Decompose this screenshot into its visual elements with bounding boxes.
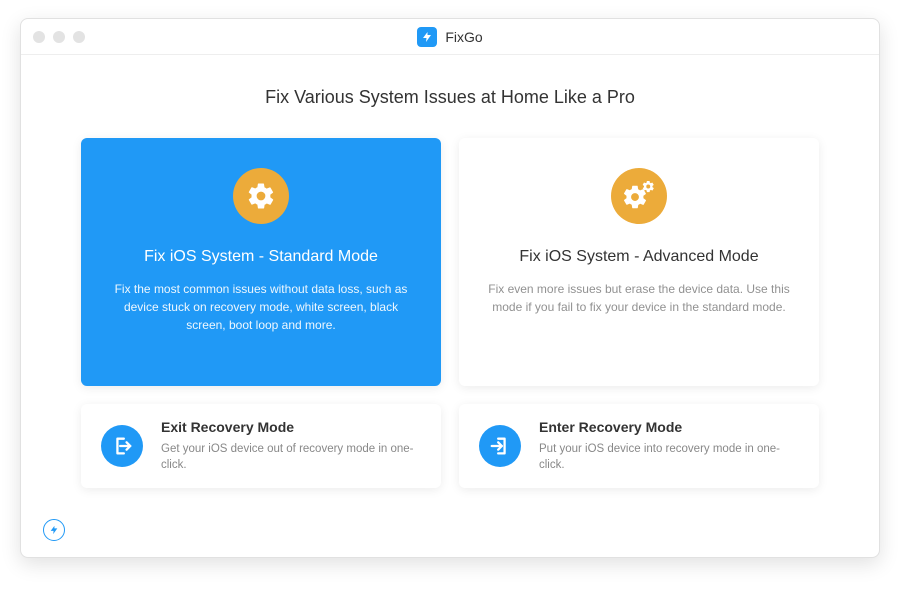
card-text: Exit Recovery Mode Get your iOS device o… <box>161 419 421 473</box>
card-exit-recovery[interactable]: Exit Recovery Mode Get your iOS device o… <box>81 404 441 488</box>
exit-icon <box>101 425 143 467</box>
card-description: Put your iOS device into recovery mode i… <box>539 441 799 473</box>
card-standard-mode[interactable]: Fix iOS System - Standard Mode Fix the m… <box>81 138 441 386</box>
main-content: Fix Various System Issues at Home Like a… <box>21 55 879 557</box>
cards-grid: Fix iOS System - Standard Mode Fix the m… <box>81 138 819 488</box>
app-title-group: FixGo <box>417 27 482 47</box>
app-logo-icon <box>417 27 437 47</box>
card-text: Enter Recovery Mode Put your iOS device … <box>539 419 799 473</box>
enter-icon <box>479 425 521 467</box>
app-window: FixGo Fix Various System Issues at Home … <box>20 18 880 558</box>
page-heading: Fix Various System Issues at Home Like a… <box>81 87 819 108</box>
close-window-button[interactable] <box>33 31 45 43</box>
card-advanced-mode[interactable]: Fix iOS System - Advanced Mode Fix even … <box>459 138 819 386</box>
app-title: FixGo <box>445 29 482 45</box>
card-title: Enter Recovery Mode <box>539 419 799 435</box>
card-description: Fix the most common issues without data … <box>107 280 415 334</box>
window-controls[interactable] <box>33 31 85 43</box>
gear-icon <box>233 168 289 224</box>
gears-icon <box>611 168 667 224</box>
maximize-window-button[interactable] <box>73 31 85 43</box>
card-title: Fix iOS System - Standard Mode <box>144 248 378 266</box>
card-enter-recovery[interactable]: Enter Recovery Mode Put your iOS device … <box>459 404 819 488</box>
titlebar: FixGo <box>21 19 879 55</box>
feedback-button[interactable] <box>43 519 65 541</box>
card-title: Exit Recovery Mode <box>161 419 421 435</box>
card-description: Get your iOS device out of recovery mode… <box>161 441 421 473</box>
card-description: Fix even more issues but erase the devic… <box>485 280 793 316</box>
minimize-window-button[interactable] <box>53 31 65 43</box>
card-title: Fix iOS System - Advanced Mode <box>519 248 758 266</box>
